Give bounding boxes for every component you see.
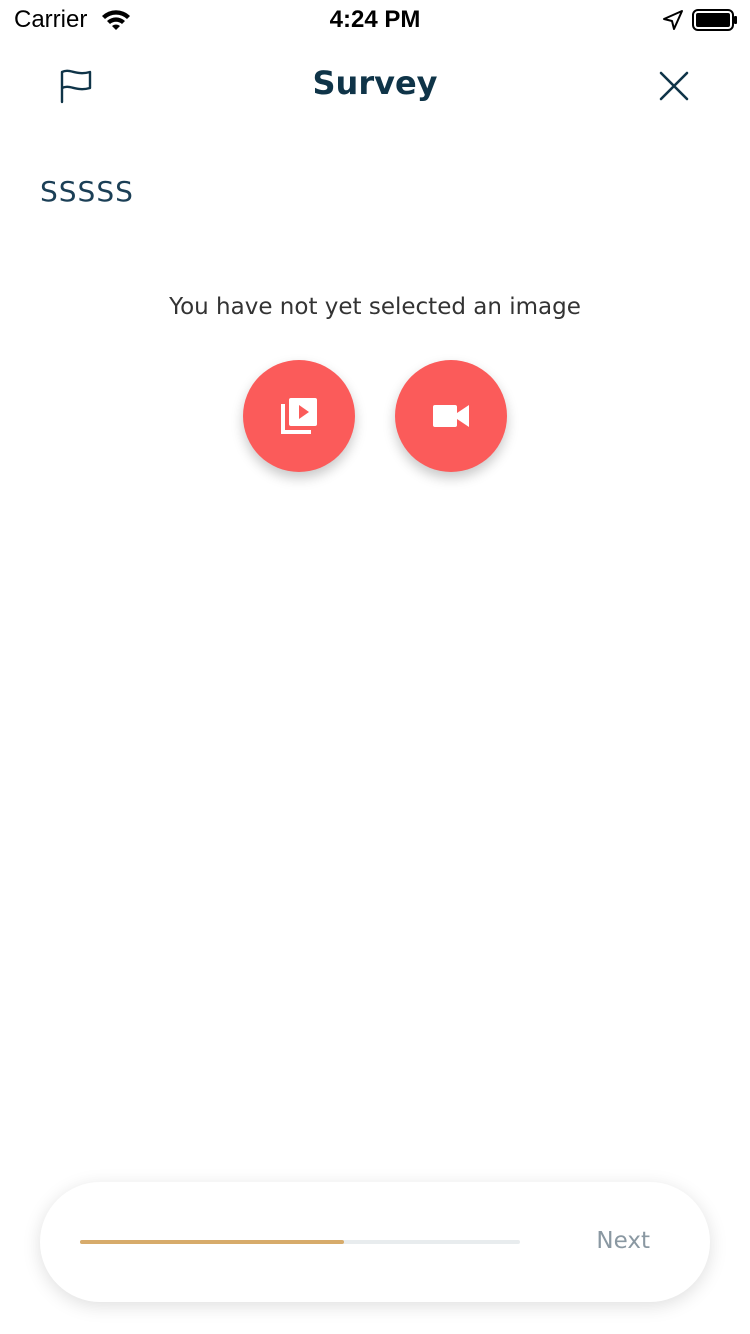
close-icon[interactable] — [654, 66, 694, 106]
survey-progress-bar — [80, 1240, 520, 1244]
location-arrow-icon — [663, 10, 683, 30]
page-title: Survey — [312, 64, 438, 102]
battery-icon — [692, 9, 737, 31]
clock: 4:24 PM — [329, 6, 421, 33]
video-library-button[interactable] — [243, 360, 355, 472]
question-text: SSSSS — [40, 175, 134, 208]
bottom-navigation-bar: Next — [40, 1182, 710, 1302]
video-library-icon — [281, 398, 317, 434]
video-camera-button[interactable] — [395, 360, 507, 472]
empty-image-message: You have not yet selected an image — [169, 294, 581, 320]
video-camera-icon — [433, 405, 469, 427]
next-button[interactable]: Next — [596, 1228, 650, 1254]
survey-screen: Carrier 4:24 PM Survey SSSSS You have no… — [0, 0, 750, 1334]
survey-progress-fill — [80, 1240, 344, 1244]
status-bar: Carrier 4:24 PM — [0, 0, 750, 40]
